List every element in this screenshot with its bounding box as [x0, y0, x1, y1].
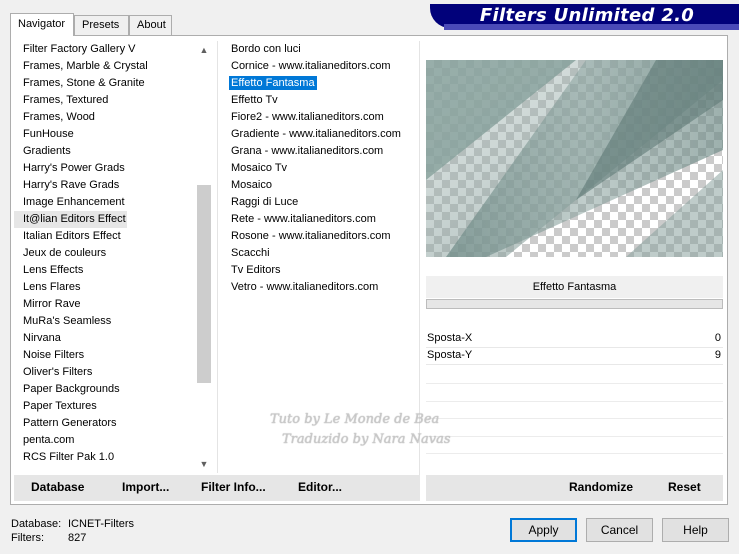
filter-item[interactable]: Scacchi [222, 245, 412, 262]
tab-about[interactable]: About [129, 15, 172, 35]
filter-item-label: Effetto Fantasma [229, 76, 317, 90]
ghost-effect-preview [426, 60, 723, 257]
category-item[interactable]: Jeux de couleurs [14, 245, 194, 262]
import-button[interactable]: Import... [122, 480, 169, 494]
category-item[interactable]: Frames, Wood [14, 109, 194, 126]
param-row-sposta-y[interactable]: Sposta-Y 9 [426, 347, 723, 365]
filter-item-label: Mosaico [231, 179, 272, 191]
filter-item[interactable]: Rete - www.italianeditors.com [222, 211, 412, 228]
category-item[interactable]: RCS Filter Pak 1.0 [14, 449, 194, 466]
category-item[interactable]: Harry's Rave Grads [14, 177, 194, 194]
category-item[interactable]: Paper Textures [14, 398, 194, 415]
category-item[interactable]: penta.com [14, 432, 194, 449]
param-label: Sposta-X [427, 332, 473, 344]
database-label: Database: [11, 518, 62, 530]
category-item[interactable]: Nirvana [14, 330, 194, 347]
param-divider [426, 436, 723, 437]
filter-item-label: Mosaico Tv [231, 162, 288, 174]
watermark-line-2: Traduzido by Nara Navas [282, 432, 451, 447]
filter-item[interactable]: Raggi di Luce [222, 194, 412, 211]
status-info: Database: ICNET-Filters Filters: 827 [11, 517, 134, 545]
filter-item[interactable]: Cornice - www.italianeditors.com [222, 58, 412, 75]
category-item[interactable]: It@lian Editors Effect [14, 211, 127, 228]
scroll-down-arrow-icon[interactable]: ▼ [196, 457, 212, 471]
filter-item-label: Vetro - www.italianeditors.com [231, 281, 379, 293]
filter-item[interactable]: Effetto Fantasma [222, 75, 412, 92]
param-label: Sposta-Y [427, 349, 473, 361]
category-item[interactable]: Frames, Textured [14, 92, 194, 109]
filter-item-label: Scacchi [231, 247, 270, 259]
category-item[interactable]: Gradients [14, 143, 194, 160]
reset-button[interactable]: Reset [668, 480, 701, 494]
selected-filter-name: Effetto Fantasma [426, 276, 723, 298]
category-scrollbar[interactable]: ▲ ▼ [196, 41, 212, 473]
filter-item[interactable]: Rosone - www.italianeditors.com [222, 228, 412, 245]
param-value[interactable]: 9 [715, 347, 721, 364]
filter-item[interactable]: Mosaico [222, 177, 412, 194]
filter-item-label: Rete - www.italianeditors.com [231, 213, 376, 225]
filter-item[interactable]: Bordo con luci [222, 41, 412, 58]
param-divider [426, 401, 723, 402]
category-item[interactable]: Pattern Generators [14, 415, 194, 432]
category-item[interactable]: Filter Factory Gallery V [14, 41, 194, 58]
category-item[interactable]: Harry's Power Grads [14, 160, 194, 177]
filter-item-label: Tv Editors [231, 264, 281, 276]
category-list[interactable]: Filter Factory Gallery V Frames, Marble &… [14, 41, 194, 473]
database-value: ICNET-Filters [68, 518, 134, 530]
category-item[interactable]: FunHouse [14, 126, 194, 143]
filter-item[interactable]: Mosaico Tv [222, 160, 412, 177]
category-item[interactable]: Image Enhancement [14, 194, 194, 211]
tab-presets[interactable]: Presets [74, 15, 129, 35]
filters-count: 827 [68, 532, 87, 544]
category-item[interactable]: Lens Flares [14, 279, 194, 296]
category-item[interactable]: MuRa's Seamless [14, 313, 194, 330]
category-item[interactable]: Frames, Marble & Crystal [14, 58, 194, 75]
filter-item-label: Effetto Tv [231, 94, 278, 106]
filter-item-label: Rosone - www.italianeditors.com [231, 230, 391, 242]
filter-item-label: Cornice - www.italianeditors.com [231, 60, 391, 72]
filter-item[interactable]: Tv Editors [222, 262, 412, 279]
param-value[interactable]: 0 [715, 330, 721, 347]
filters-label: Filters: [11, 532, 44, 544]
param-row-sposta-x[interactable]: Sposta-X 0 [426, 330, 723, 348]
scroll-up-arrow-icon[interactable]: ▲ [196, 43, 212, 57]
apply-button[interactable]: Apply [510, 518, 577, 542]
list-toolbar: Database Import... Filter Info... Editor… [14, 475, 420, 501]
randomize-button[interactable]: Randomize [569, 480, 633, 494]
category-item[interactable]: Frames, Stone & Granite [14, 75, 194, 92]
help-button[interactable]: Help [662, 518, 729, 542]
category-item[interactable]: Mirror Rave [14, 296, 194, 313]
filter-item[interactable]: Gradiente - www.italianeditors.com [222, 126, 412, 143]
watermark: Tuto by Le Monde de Bea Traduzido by Nar… [270, 410, 451, 450]
filter-item-label: Grana - www.italianeditors.com [231, 145, 384, 157]
filter-item[interactable]: Fiore2 - www.italianeditors.com [222, 109, 412, 126]
preview-image [426, 60, 723, 257]
scrollbar-thumb[interactable] [197, 185, 211, 383]
filter-item-label: Fiore2 - www.italianeditors.com [231, 111, 384, 123]
filter-item[interactable]: Effetto Tv [222, 92, 412, 109]
filter-item[interactable]: Vetro - www.italianeditors.com [222, 279, 412, 296]
list-divider [217, 41, 218, 473]
filter-info-button[interactable]: Filter Info... [201, 480, 266, 494]
category-item[interactable]: Paper Backgrounds [14, 381, 194, 398]
param-divider [426, 418, 723, 419]
param-divider [426, 383, 723, 384]
filter-item-label: Gradiente - www.italianeditors.com [231, 128, 401, 140]
progress-bar [426, 299, 723, 309]
category-item[interactable]: Italian Editors Effect [14, 228, 194, 245]
watermark-line-1: Tuto by Le Monde de Bea [270, 412, 440, 427]
app-title: Filters Unlimited 2.0 [479, 5, 695, 26]
filter-item-label: Raggi di Luce [231, 196, 299, 208]
cancel-button[interactable]: Cancel [586, 518, 653, 542]
category-item[interactable]: Lens Effects [14, 262, 194, 279]
category-item[interactable]: Noise Filters [14, 347, 194, 364]
tab-navigator[interactable]: Navigator [10, 13, 74, 36]
database-button[interactable]: Database [31, 480, 84, 494]
category-item[interactable]: Oliver's Filters [14, 364, 194, 381]
filter-item-label: Bordo con luci [231, 43, 301, 55]
editor-button[interactable]: Editor... [298, 480, 342, 494]
filter-item[interactable]: Grana - www.italianeditors.com [222, 143, 412, 160]
param-divider [426, 453, 723, 454]
preview-toolbar: Randomize Reset [426, 475, 723, 501]
